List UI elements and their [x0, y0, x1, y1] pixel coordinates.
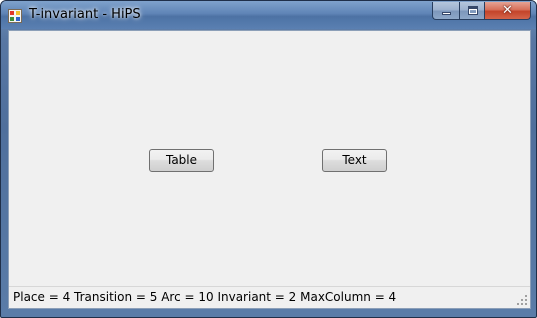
app-window: T-invariant - HiPS ✕ Table Text Place = …: [0, 0, 537, 318]
title-bar[interactable]: T-invariant - HiPS ✕: [1, 1, 536, 29]
text-button[interactable]: Text: [322, 149, 387, 172]
close-icon: ✕: [502, 3, 513, 18]
close-button[interactable]: ✕: [485, 2, 531, 20]
maximize-icon: [468, 6, 478, 15]
status-text: Place = 4 Transition = 5 Arc = 10 Invari…: [13, 290, 397, 304]
caption-buttons: ✕: [432, 2, 531, 21]
table-button[interactable]: Table: [149, 149, 214, 172]
hips-app-icon[interactable]: [8, 9, 22, 23]
main-panel: Table Text Place = 4 Transition = 5 Arc …: [8, 30, 531, 309]
minimize-icon: [442, 12, 451, 15]
status-bar: Place = 4 Transition = 5 Arc = 10 Invari…: [9, 286, 530, 308]
resize-grip-icon[interactable]: [517, 295, 528, 306]
window-title: T-invariant - HiPS: [29, 7, 141, 22]
minimize-button[interactable]: [432, 2, 459, 20]
maximize-button[interactable]: [459, 2, 485, 20]
